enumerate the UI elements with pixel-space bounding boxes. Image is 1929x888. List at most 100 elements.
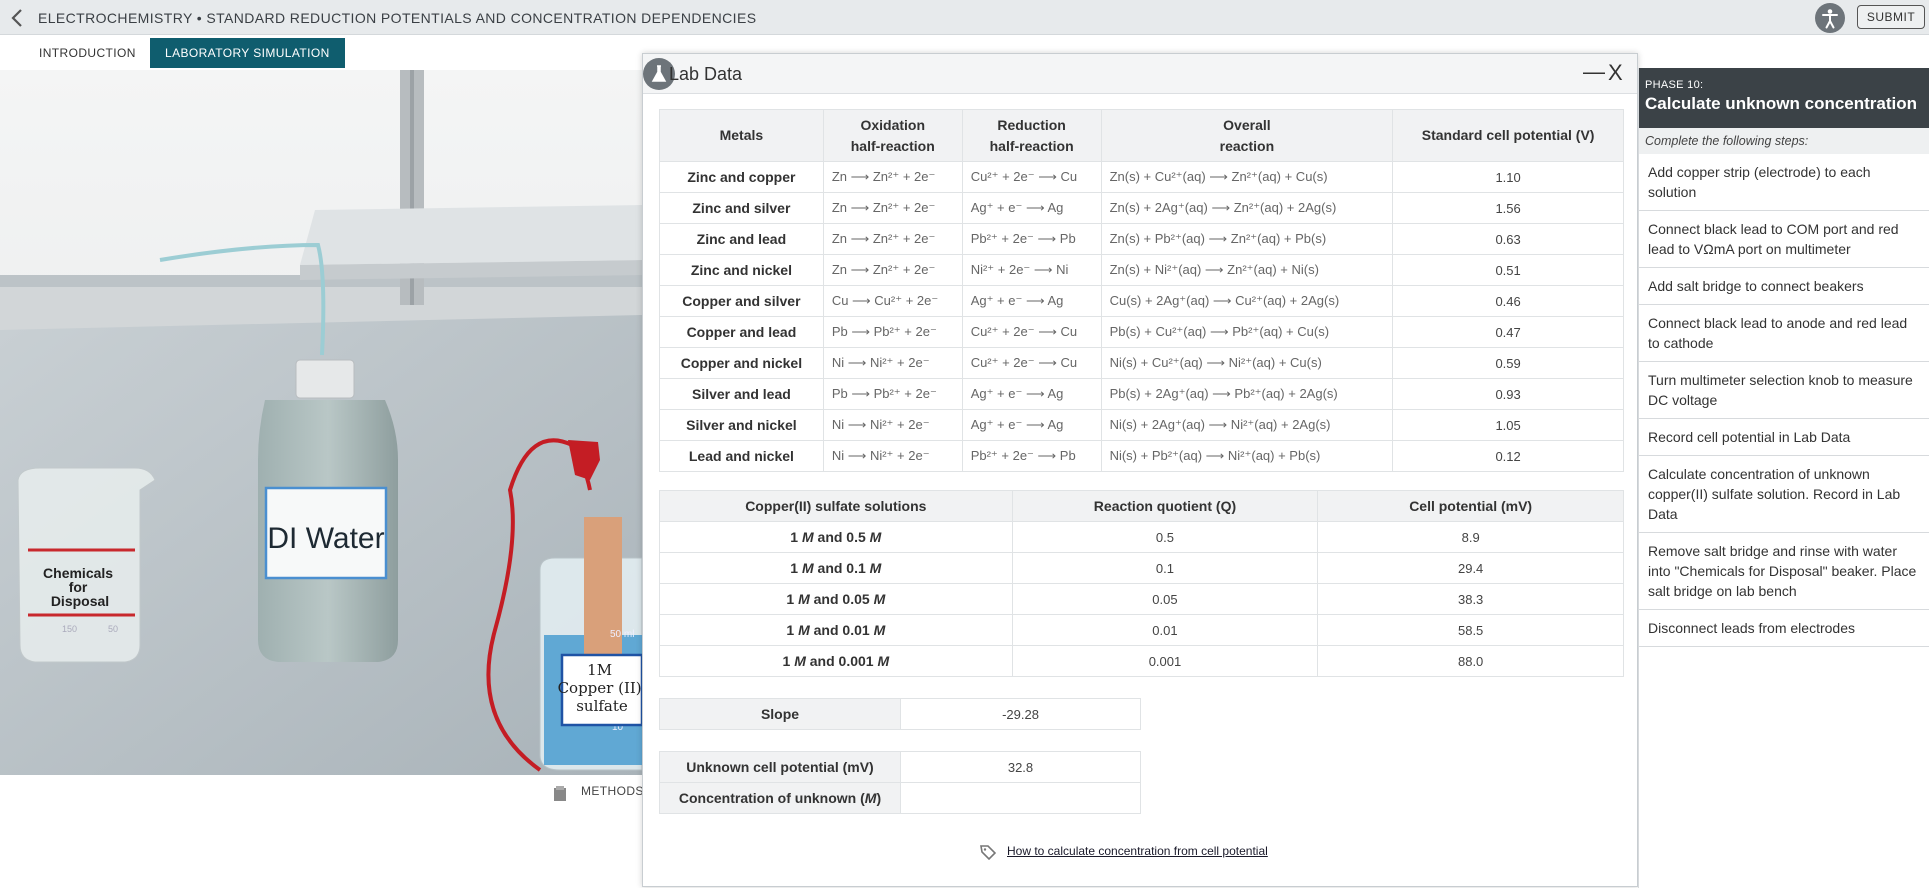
table-row: Silver and lead Pb ⟶ Pb²⁺ + 2e⁻ Ag⁺ + e⁻ ⟶… [659,378,1624,410]
cell-potential-cell: 29.4 [1317,552,1624,584]
lab-data-title: Lab Data [669,64,743,84]
phase-step[interactable]: Turn multimeter selection knob to measur… [1639,362,1929,419]
metals-cell: Zinc and copper [659,161,824,193]
phase-step[interactable]: Add salt bridge to connect beakers [1639,268,1929,305]
close-button[interactable]: X [1608,60,1623,86]
top-bar: ELECTROCHEMISTRY • STANDARD REDUCTION PO… [0,0,1929,35]
overall-reaction-cell: Pb(s) + 2Ag⁺(aq) ⟶ Pb²⁺(aq) + 2Ag(s) [1100,378,1394,410]
cell-potential-cell: 1.56 [1392,192,1624,224]
back-arrow-icon[interactable] [6,6,30,30]
phase-step[interactable]: Disconnect leads from electrodes [1639,610,1929,647]
methods-button[interactable]: METHODS [581,784,644,798]
tab-laboratory-simulation[interactable]: LABORATORY SIMULATION [150,38,345,68]
cell-potential-cell: 0.46 [1392,285,1624,317]
table-row: Copper and silver Cu ⟶ Cu²⁺ + 2e⁻ Ag⁺ + e⁻… [659,285,1624,317]
reaction-quotient-cell: 0.001 [1011,645,1319,677]
reaction-quotient-cell: 0.01 [1011,614,1319,646]
reduction-cell: Cu²⁺ + 2e⁻ ⟶ Cu [961,161,1102,193]
solution-cell: 1 M and 0.05 M [659,583,1013,615]
table-row: 1 M and 0.05 M 0.05 38.3 [659,583,1624,615]
cell-potential-cell: 38.3 [1317,583,1624,615]
table-row: Slope -29.28 [659,698,1141,730]
oxidation-cell: Cu ⟶ Cu²⁺ + 2e⁻ [822,285,963,317]
table-row: Concentration of unknown (M) [659,782,1141,814]
tab-introduction[interactable]: INTRODUCTION [24,38,151,68]
oxidation-cell: Zn ⟶ Zn²⁺ + 2e⁻ [822,223,963,255]
overall-reaction-cell: Cu(s) + 2Ag⁺(aq) ⟶ Cu²⁺(aq) + 2Ag(s) [1100,285,1394,317]
phase-intro: Complete the following steps: [1639,128,1929,154]
slope-value[interactable]: -29.28 [900,698,1141,730]
metals-cell: Zinc and lead [659,223,824,255]
reduction-cell: Ag⁺ + e⁻ ⟶ Ag [961,409,1102,441]
solution-cell: 1 M and 0.1 M [659,552,1013,584]
table-header-row: Copper(II) sulfate solutions Reaction qu… [659,490,1624,522]
unknown-concentration-label: Concentration of unknown (M) [659,782,901,814]
cell-potential-cell: 0.47 [1392,316,1624,348]
tag-icon [980,844,997,861]
overall-reaction-cell: Zn(s) + 2Ag⁺(aq) ⟶ Zn²⁺(aq) + 2Ag(s) [1100,192,1394,224]
accessibility-icon[interactable] [1815,3,1845,33]
hint-link[interactable]: How to calculate concentration from cell… [1007,844,1268,858]
cell-potential-cell: 1.05 [1392,409,1624,441]
reduction-cell: Pb²⁺ + 2e⁻ ⟶ Pb [961,223,1102,255]
phase-step[interactable]: Calculate concentration of unknown coppe… [1639,456,1929,533]
reduction-cell: Cu²⁺ + 2e⁻ ⟶ Cu [961,316,1102,348]
table-row: Zinc and silver Zn ⟶ Zn²⁺ + 2e⁻ Ag⁺ + e⁻ ⟶… [659,192,1624,224]
cell-potential-cell: 0.51 [1392,254,1624,286]
reduction-cell: Ni²⁺ + 2e⁻ ⟶ Ni [961,254,1102,286]
phase-step[interactable]: Remove salt bridge and rinse with water … [1639,533,1929,610]
reduction-cell: Ag⁺ + e⁻ ⟶ Ag [961,285,1102,317]
cell-potential-cell: 88.0 [1317,645,1624,677]
methods-icon[interactable] [553,786,567,802]
water-bottle-label: DI Water [267,522,384,555]
reaction-quotient-cell: 0.05 [1011,583,1319,615]
concentration-label-text: Concentration of unknown (M) [678,790,882,806]
column-header: Copper(II) sulfate solutions [659,490,1013,522]
cell-potential-cell: 0.59 [1392,347,1624,379]
solution-cell: 1 M and 0.001 M [659,645,1013,677]
overall-reaction-cell: Zn(s) + Ni²⁺(aq) ⟶ Zn²⁺(aq) + Ni(s) [1100,254,1394,286]
overall-reaction-cell: Ni(s) + Pb²⁺(aq) ⟶ Ni²⁺(aq) + Pb(s) [1100,440,1394,472]
phase-step[interactable]: Add copper strip (electrode) to each sol… [1639,154,1929,211]
metals-cell: Copper and silver [659,285,824,317]
overall-reaction-cell: Zn(s) + Pb²⁺(aq) ⟶ Zn²⁺(aq) + Pb(s) [1100,223,1394,255]
oxidation-cell: Ni ⟶ Ni²⁺ + 2e⁻ [822,347,963,379]
cell-potential-cell: 0.93 [1392,378,1624,410]
phase-step[interactable]: Connect black lead to anode and red lead… [1639,305,1929,362]
table-row: Unknown cell potential (mV) 32.8 [659,751,1141,783]
oxidation-cell: Zn ⟶ Zn²⁺ + 2e⁻ [822,254,963,286]
unknown-potential-value[interactable]: 32.8 [900,751,1141,783]
column-header: Standard cell potential (V) [1392,109,1624,162]
table-row: Zinc and lead Zn ⟶ Zn²⁺ + 2e⁻ Pb²⁺ + 2e⁻ ⟶… [659,223,1624,255]
reaction-quotient-cell: 0.5 [1011,521,1319,553]
oxidation-cell: Zn ⟶ Zn²⁺ + 2e⁻ [822,192,963,224]
minimize-button[interactable]: — [1583,59,1605,85]
oxidation-cell: Ni ⟶ Ni²⁺ + 2e⁻ [822,440,963,472]
overall-reaction-cell: Ni(s) + 2Ag⁺(aq) ⟶ Ni²⁺(aq) + 2Ag(s) [1100,409,1394,441]
metals-cell: Lead and nickel [659,440,824,472]
oxidation-cell: Ni ⟶ Ni²⁺ + 2e⁻ [822,409,963,441]
phase-header: PHASE 10: Calculate unknown concentratio… [1639,68,1929,128]
metals-cell: Silver and lead [659,378,824,410]
oxidation-cell: Pb ⟶ Pb²⁺ + 2e⁻ [822,316,963,348]
phase-step[interactable]: Record cell potential in Lab Data [1639,419,1929,456]
table-row: Silver and nickel Ni ⟶ Ni²⁺ + 2e⁻ Ag⁺ + e⁻… [659,409,1624,441]
phase-steps: Add copper strip (electrode) to each sol… [1639,154,1929,647]
table-row: 1 M and 0.01 M 0.01 58.5 [659,614,1624,646]
submit-button[interactable]: SUBMIT [1857,5,1925,29]
table-row: Copper and nickel Ni ⟶ Ni²⁺ + 2e⁻ Cu²⁺ + 2… [659,347,1624,379]
svg-text:50 ml: 50 ml [610,629,634,640]
unknown-concentration-input[interactable] [900,782,1141,814]
column-header: Oxidation half-reaction [822,109,963,162]
reaction-quotient-cell: 0.1 [1011,552,1319,584]
column-header: Reaction quotient (Q) [1011,490,1319,522]
lab-data-header[interactable]: Lab Data — X [643,54,1637,94]
cell-potential-cell: 8.9 [1317,521,1624,553]
table-row: Zinc and nickel Zn ⟶ Zn²⁺ + 2e⁻ Ni²⁺ + 2e⁻… [659,254,1624,286]
reduction-cell: Cu²⁺ + 2e⁻ ⟶ Cu [961,347,1102,379]
reduction-cell: Pb²⁺ + 2e⁻ ⟶ Pb [961,440,1102,472]
unknown-potential-label: Unknown cell potential (mV) [659,751,901,783]
overall-reaction-cell: Zn(s) + Cu²⁺(aq) ⟶ Zn²⁺(aq) + Cu(s) [1100,161,1394,193]
phase-step[interactable]: Connect black lead to COM port and red l… [1639,211,1929,268]
table-row: Lead and nickel Ni ⟶ Ni²⁺ + 2e⁻ Pb²⁺ + 2e⁻… [659,440,1624,472]
